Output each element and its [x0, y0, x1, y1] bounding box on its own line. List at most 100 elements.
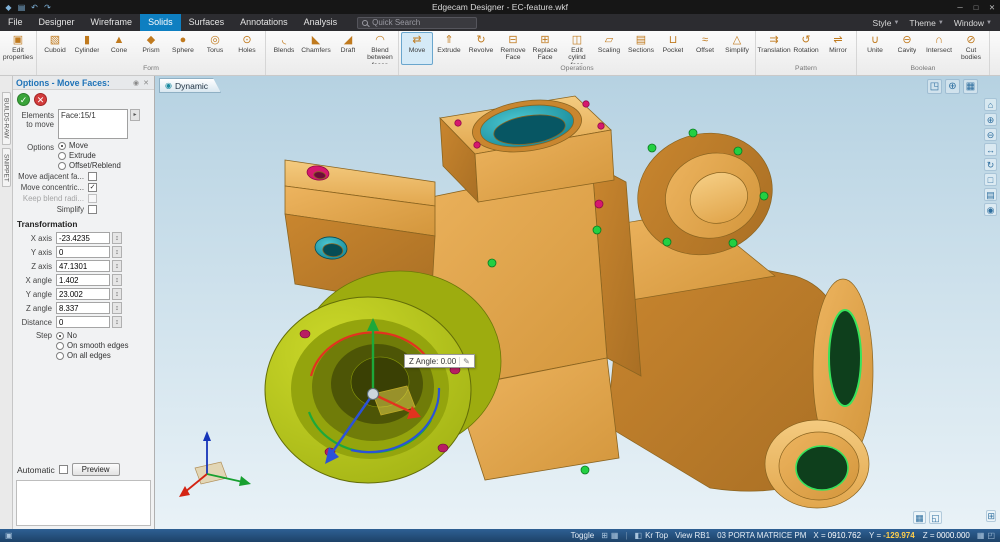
menu-tab[interactable]: Surfaces [181, 14, 233, 31]
viewport-3d[interactable]: ◉ Dynamic ◳ ⊕ ▦ ⌂ ⊕ ⊖ ↔ ↻ □ ▤ ◉ ▦ ◱ ⊞ Z … [155, 76, 1000, 529]
viewport-tool-icon[interactable]: ↻ [984, 158, 997, 171]
ribbon-button[interactable]: ⊞ Replace Face [529, 32, 561, 65]
stepper-icon[interactable]: ↕ [112, 288, 122, 300]
pin-icon[interactable]: ◉ [131, 79, 141, 87]
side-tab[interactable]: SNIPPET [1, 147, 11, 188]
ribbon-button[interactable]: ◎ Torus [199, 32, 231, 65]
quick-access-icon[interactable]: ▤ [16, 2, 27, 13]
ribbon-button[interactable]: ⇑ Extrude [433, 32, 465, 65]
ribbon-button[interactable]: ▲ Cone [103, 32, 135, 65]
window-control-button[interactable]: ✕ [984, 1, 1000, 14]
model-3d[interactable] [155, 76, 1000, 529]
viewport-tool-icon[interactable]: ⊕ [945, 79, 960, 94]
ribbon-button[interactable]: ▧ Cuboid [39, 32, 71, 65]
stepper-icon[interactable]: ↕ [112, 246, 122, 258]
menu-tab[interactable]: Wireframe [83, 14, 141, 31]
menu-tab[interactable]: Analysis [296, 14, 346, 31]
statusbar-icon[interactable]: ▦ [977, 531, 985, 540]
stepper-icon[interactable]: ↕ [112, 232, 122, 244]
checkbox[interactable] [88, 172, 97, 181]
viewport-tab-dynamic[interactable]: ◉ Dynamic [159, 78, 221, 93]
transform-field-input[interactable] [56, 246, 110, 258]
stepper-icon[interactable]: ↕ [112, 260, 122, 272]
edit-icon[interactable]: ✎ [459, 356, 470, 366]
magenta-hole[interactable] [594, 199, 604, 209]
viewport-tool-icon[interactable]: ↔ [984, 143, 997, 156]
window-control-button[interactable]: □ [968, 1, 984, 14]
menu-tab[interactable]: Designer [31, 14, 83, 31]
viewport-tool-icon[interactable]: ▤ [984, 188, 997, 201]
ribbon-button[interactable]: ⊟ Remove Face [497, 32, 529, 65]
viewport-tool-icon[interactable]: □ [984, 173, 997, 186]
window-control-button[interactable]: ─ [952, 1, 968, 14]
stepper-icon[interactable]: ↕ [112, 274, 122, 286]
right-cylinder-body[interactable] [606, 116, 874, 509]
side-tab[interactable]: BUILDS-RAW [1, 92, 11, 145]
step-radio[interactable]: On smooth edges [56, 341, 129, 350]
ribbon-button[interactable]: ⊔ Pocket [657, 32, 689, 65]
view-label[interactable]: View RB1 [675, 531, 710, 540]
viewport-tool-icon[interactable]: ⊖ [984, 128, 997, 141]
close-icon[interactable]: ✕ [141, 79, 151, 87]
confirm-button[interactable]: ✓ [17, 93, 30, 106]
ribbon-button[interactable]: ⇌ Mirror [822, 32, 854, 65]
quick-access-icon[interactable]: ↷ [42, 2, 53, 13]
active-plane[interactable]: ◧ Kr Top [635, 531, 669, 540]
statusbar-icon[interactable]: ◰ [987, 531, 995, 540]
ribbon-button[interactable]: ▱ Scaling [593, 32, 625, 65]
viewport-tool-icon[interactable]: ▦ [963, 79, 978, 94]
toggle-label[interactable]: Toggle [571, 531, 595, 540]
checkbox-row[interactable]: Move concentric... [13, 182, 154, 193]
viewport-tool-icon[interactable]: ◳ [927, 79, 942, 94]
toggle-icon[interactable]: ⊞ [601, 531, 608, 540]
ribbon-button[interactable]: ↺ Rotation [790, 32, 822, 65]
quick-search[interactable]: Quick Search [357, 16, 478, 29]
transform-field-input[interactable] [56, 232, 110, 244]
transform-field-input[interactable] [56, 288, 110, 300]
elements-list-item[interactable]: Face:15/1 [61, 111, 125, 120]
expand-icon[interactable]: ⊞ [986, 510, 996, 522]
quick-access-icon[interactable]: ◆ [3, 2, 14, 13]
viewport-tool-icon[interactable]: ◉ [984, 203, 997, 216]
viewport-tool-icon[interactable]: ▦ [913, 511, 926, 524]
ribbon-button[interactable]: ◣ Chamfers [300, 32, 332, 65]
ribbon-button[interactable]: ◢ Draft [332, 32, 364, 65]
transform-field-input[interactable] [56, 260, 110, 272]
ribbon-button[interactable]: ▮ Cylinder [71, 32, 103, 65]
mode-radio[interactable]: Move [58, 141, 121, 150]
menubar-dropdown[interactable]: Style ▼ [873, 18, 900, 28]
step-radio[interactable]: On all edges [56, 351, 129, 360]
preview-button[interactable]: Preview [71, 463, 120, 476]
ribbon-button[interactable]: ⇉ Translation [757, 32, 790, 65]
ribbon-button[interactable]: △ Simplify [721, 32, 753, 65]
ribbon-button[interactable]: ↻ Revolve [465, 32, 497, 65]
ribbon-button[interactable]: ⊙ Holes [231, 32, 263, 65]
ribbon-button[interactable]: ◆ Prism [135, 32, 167, 65]
checkbox-row[interactable]: Keep blend radi... [13, 193, 154, 204]
ribbon-button[interactable]: ⊘ Cut bodies [955, 32, 987, 65]
ribbon-button[interactable]: ◠ Blend between faces [364, 32, 396, 65]
menu-tab[interactable]: File [0, 14, 31, 31]
statusbar-left-icon[interactable]: ▣ [5, 531, 13, 540]
toggle-icon[interactable]: ▦ [611, 531, 619, 540]
checkbox[interactable] [88, 205, 97, 214]
menubar-dropdown[interactable]: Window ▼ [954, 18, 992, 28]
pick-element-button[interactable]: ▸ [130, 109, 140, 121]
ribbon-button[interactable]: ∪ Unite [859, 32, 891, 65]
automatic-checkbox[interactable] [58, 465, 68, 474]
ribbon-button[interactable]: ▣ Edit properties [2, 32, 34, 65]
menubar-dropdown[interactable]: Theme ▼ [909, 18, 943, 28]
checkbox[interactable] [88, 194, 97, 203]
ribbon-button[interactable]: ◟ Blends [268, 32, 300, 65]
viewport-tool-icon[interactable]: ⌂ [984, 98, 997, 111]
ribbon-button[interactable]: ● Sphere [167, 32, 199, 65]
viewport-tool-icon[interactable]: ⊕ [984, 113, 997, 126]
transform-field-input[interactable] [56, 316, 110, 328]
cancel-button[interactable]: ✕ [34, 93, 47, 106]
ribbon-button[interactable]: ∩ Intersect [923, 32, 955, 65]
ribbon-button[interactable]: ⊖ Cavity [891, 32, 923, 65]
mode-radio[interactable]: Offset/Reblend [58, 161, 121, 170]
ribbon-button[interactable]: ▤ Sections [625, 32, 657, 65]
ribbon-button[interactable]: ◫ Edit cylind face [561, 32, 593, 65]
transform-field-input[interactable] [56, 274, 110, 286]
